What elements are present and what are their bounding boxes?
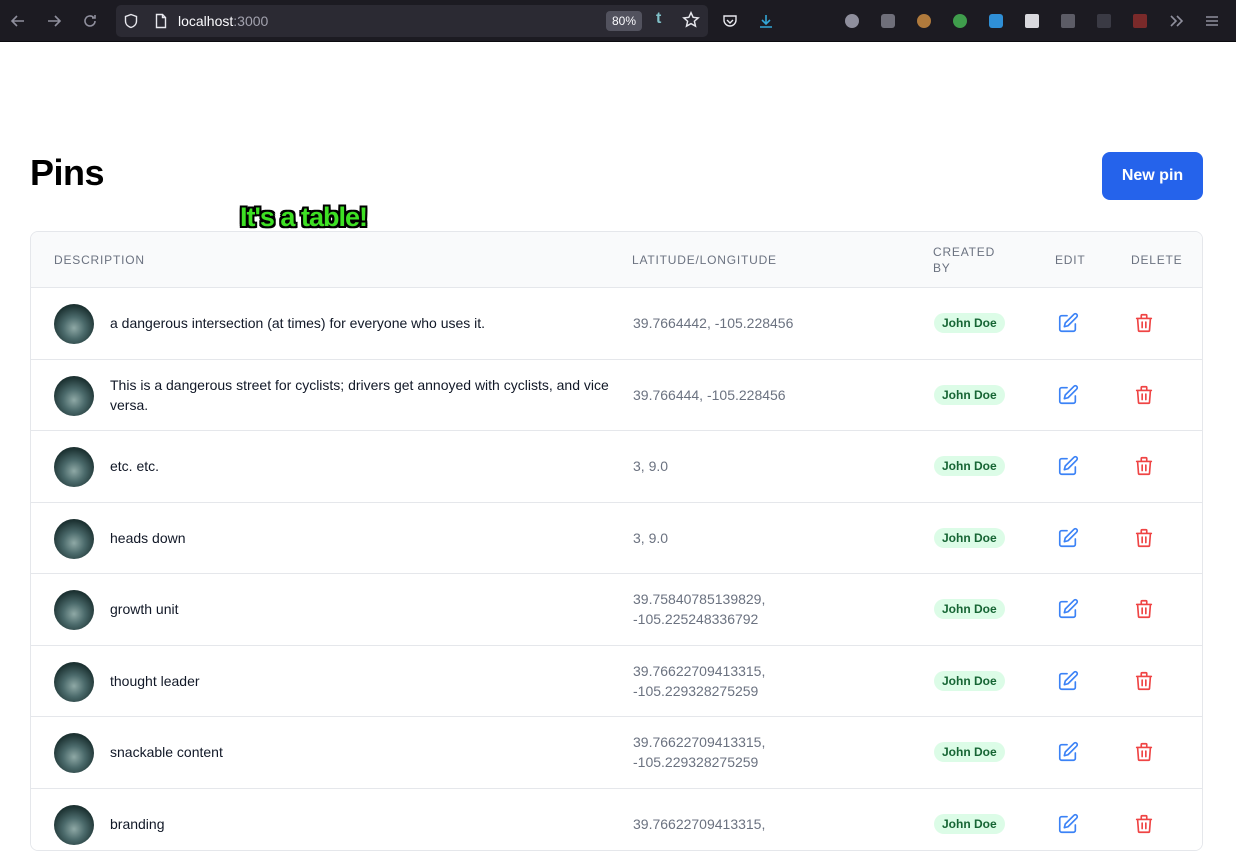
overflow-chevrons-icon[interactable] [1158, 0, 1194, 42]
edit-icon[interactable] [1057, 598, 1079, 620]
green-extension-icon[interactable] [942, 0, 978, 42]
new-pin-button[interactable]: New pin [1102, 152, 1203, 200]
row-latlng: 39.76622709413315, -105.229328275259 [633, 661, 853, 701]
trash-icon[interactable] [1133, 741, 1155, 763]
trash-icon[interactable] [1133, 670, 1155, 692]
table-row: etc. etc. 3, 9.0 John Doe [31, 431, 1202, 503]
table-row: a dangerous intersection (at times) for … [31, 288, 1202, 360]
browser-toolbar: localhost:3000 80% t [0, 0, 1236, 42]
download-icon[interactable] [748, 0, 784, 42]
header-delete: Delete [1131, 252, 1182, 268]
created-by-badge: John Doe [934, 313, 1005, 333]
extension-t-icon[interactable]: t [656, 10, 661, 28]
row-description: thought leader [110, 671, 610, 691]
created-by-badge: John Doe [934, 742, 1005, 762]
row-latlng: 3, 9.0 [633, 456, 853, 476]
trash-icon[interactable] [1133, 312, 1155, 334]
bookmark-star-icon[interactable] [682, 11, 700, 34]
blue-extension-icon[interactable] [978, 0, 1014, 42]
cookie-extension-icon[interactable] [906, 0, 942, 42]
row-latlng: 3, 9.0 [633, 528, 853, 548]
avatar [54, 805, 94, 845]
created-by-badge: John Doe [934, 599, 1005, 619]
header-edit: Edit [1055, 252, 1086, 268]
created-by-badge: John Doe [934, 814, 1005, 834]
trash-icon[interactable] [1133, 813, 1155, 835]
trash-icon[interactable] [1133, 598, 1155, 620]
page-title: Pins [30, 152, 104, 194]
header-created-by: Created by [933, 244, 1003, 276]
table-row: thought leader 39.76622709413315, -105.2… [31, 646, 1202, 718]
edit-icon[interactable] [1057, 670, 1079, 692]
forward-icon[interactable] [36, 0, 72, 42]
table-row: heads down 3, 9.0 John Doe [31, 503, 1202, 575]
sticker-text: It's a table! [240, 202, 367, 233]
toolbar-right-icons [712, 0, 1230, 42]
table-header: Description Latitude/Longitude Created b… [31, 232, 1202, 288]
edit-icon[interactable] [1057, 312, 1079, 334]
avatar [54, 662, 94, 702]
info-extension-icon[interactable] [834, 0, 870, 42]
row-description: growth unit [110, 599, 610, 619]
menu-icon[interactable] [1194, 0, 1230, 42]
avatar [54, 304, 94, 344]
row-description: etc. etc. [110, 456, 610, 476]
created-by-badge: John Doe [934, 671, 1005, 691]
row-description: branding [110, 814, 610, 834]
back-icon[interactable] [0, 0, 36, 42]
dim-extension-icon[interactable] [1086, 0, 1122, 42]
trash-icon[interactable] [1133, 527, 1155, 549]
avatar [54, 376, 94, 416]
row-latlng: 39.76622709413315, [633, 814, 853, 834]
row-latlng: 39.766444, -105.228456 [633, 385, 853, 405]
row-latlng: 39.75840785139829, -105.225248336792 [633, 589, 853, 629]
row-description: snackable content [110, 742, 610, 762]
reload-icon[interactable] [72, 0, 108, 42]
url-bar[interactable]: localhost:3000 80% t [116, 5, 708, 37]
header-description: Description [54, 252, 145, 268]
page-icon [146, 13, 176, 29]
gray-extension-icon[interactable] [1050, 0, 1086, 42]
created-by-badge: John Doe [934, 528, 1005, 548]
edit-icon[interactable] [1057, 813, 1079, 835]
edit-icon[interactable] [1057, 741, 1079, 763]
zoom-indicator[interactable]: 80% [606, 11, 642, 31]
avatar [54, 733, 94, 773]
table-row: branding 39.76622709413315, John Doe [31, 789, 1202, 851]
edit-icon[interactable] [1057, 384, 1079, 406]
row-description: This is a dangerous street for cyclists;… [110, 375, 610, 415]
header-latlng: Latitude/Longitude [632, 252, 777, 268]
edit-icon[interactable] [1057, 527, 1079, 549]
edit-icon[interactable] [1057, 455, 1079, 477]
r-extension-icon[interactable] [1014, 0, 1050, 42]
row-description: a dangerous intersection (at times) for … [110, 313, 610, 333]
ublock-extension-icon[interactable] [870, 0, 906, 42]
trash-icon[interactable] [1133, 384, 1155, 406]
shield-icon[interactable] [116, 13, 146, 29]
created-by-badge: John Doe [934, 456, 1005, 476]
url-text[interactable]: localhost:3000 [178, 13, 268, 29]
spacer [784, 0, 834, 42]
table-row: growth unit 39.75840785139829, -105.2252… [31, 574, 1202, 646]
table-row: This is a dangerous street for cyclists;… [31, 360, 1202, 432]
pins-table: Description Latitude/Longitude Created b… [30, 231, 1203, 851]
table-row: snackable content 39.76622709413315, -10… [31, 717, 1202, 789]
row-description: heads down [110, 528, 610, 548]
row-latlng: 39.76622709413315, -105.229328275259 [633, 732, 853, 772]
avatar [54, 519, 94, 559]
red-extension-icon[interactable] [1122, 0, 1158, 42]
created-by-badge: John Doe [934, 385, 1005, 405]
avatar [54, 447, 94, 487]
trash-icon[interactable] [1133, 455, 1155, 477]
avatar [54, 590, 94, 630]
row-latlng: 39.7664442, -105.228456 [633, 313, 853, 333]
pocket-icon[interactable] [712, 0, 748, 42]
